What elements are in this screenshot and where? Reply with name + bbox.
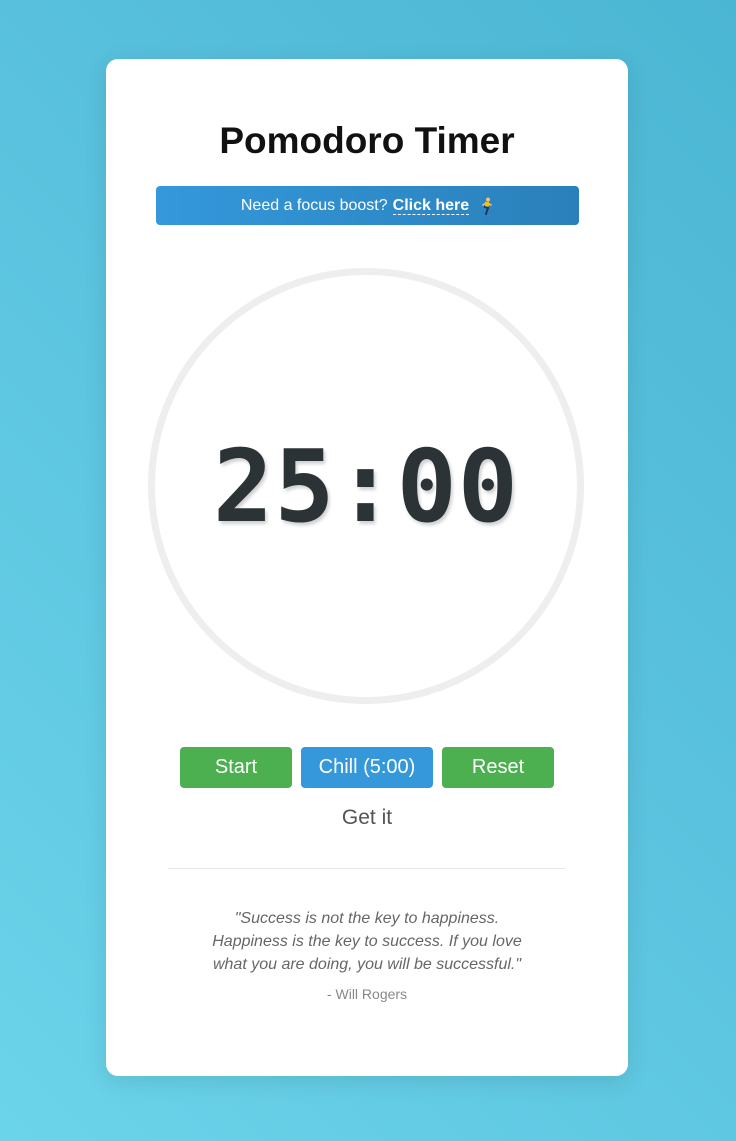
timer-display: 25:00 bbox=[212, 427, 520, 545]
get-it-link[interactable]: Get it bbox=[106, 805, 628, 831]
timer-card: Pomodoro Timer Need a focus boost? Click… bbox=[106, 59, 628, 1076]
chill-button[interactable]: Chill (5:00) bbox=[301, 747, 433, 788]
click-here-link[interactable]: Click here bbox=[392, 197, 470, 215]
quote-text: "Success is not the key to happiness. Ha… bbox=[212, 910, 522, 973]
control-buttons: Start Chill (5:00) Reset bbox=[106, 747, 628, 788]
focus-boost-banner: Need a focus boost? Click here bbox=[156, 186, 579, 225]
person-running-icon bbox=[480, 197, 494, 215]
timer-ring: 25:00 bbox=[148, 268, 584, 704]
page-title: Pomodoro Timer bbox=[219, 120, 515, 161]
banner-text: Need a focus boost? bbox=[240, 196, 388, 214]
divider bbox=[168, 868, 565, 869]
start-button[interactable]: Start bbox=[180, 747, 292, 788]
reset-button[interactable]: Reset bbox=[442, 747, 554, 788]
quote-author: - Will Rogers bbox=[326, 986, 408, 1002]
